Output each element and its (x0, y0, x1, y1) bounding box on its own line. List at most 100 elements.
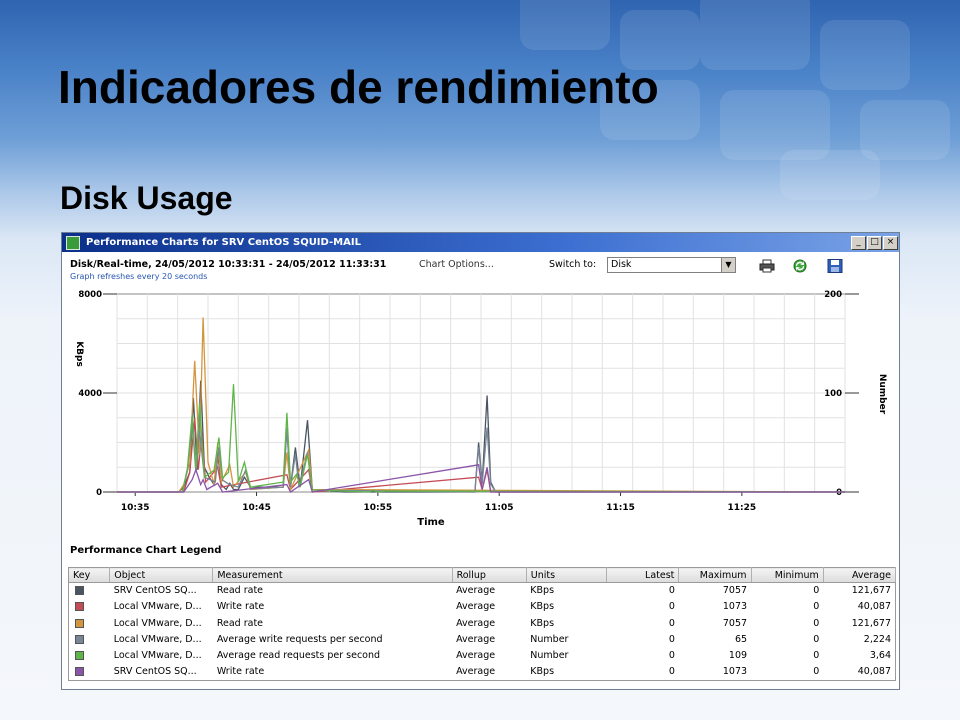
refresh-icon[interactable] (792, 259, 808, 273)
x-tick-label: 11:05 (485, 503, 514, 513)
chart-options-link[interactable]: Chart Options... (419, 259, 494, 270)
window-titlebar[interactable]: Performance Charts for SRV CentOS SQUID-… (62, 233, 899, 252)
legend-cell-minimum: 0 (813, 634, 820, 646)
series-color-swatch (75, 667, 84, 677)
legend-cell-minimum: 0 (813, 666, 820, 678)
legend-row[interactable]: Local VMware, D... Write rate Average KBps 0… (69, 599, 896, 615)
chart-toolbar: Disk/Real-time, 24/05/2012 10:33:31 - 24… (62, 252, 899, 288)
legend-cell-units: KBps (530, 666, 555, 678)
legend-cell-measurement: Average read requests per second (216, 650, 381, 662)
legend-cell-latest: 0 (668, 650, 675, 662)
legend-cell-maximum: 1073 (722, 601, 748, 613)
legend-header-measurement[interactable]: Measurement (212, 567, 453, 583)
legend-cell-units: KBps (530, 585, 555, 597)
chevron-down-icon[interactable]: ▼ (721, 258, 735, 272)
legend-cell-maximum: 109 (728, 650, 748, 662)
app-icon (66, 235, 80, 250)
legend-cell-measurement: Read rate (216, 617, 264, 629)
switch-to-value: Disk (611, 259, 632, 270)
performance-line-chart: 10:35 10:45 10:55 11:05 11:15 11:25 8000 4000 0 2… (74, 290, 887, 528)
legend-cell-minimum: 0 (813, 585, 820, 597)
legend-cell-object: SRV CentOS SQ... (113, 666, 197, 678)
legend-header-key[interactable]: Key (68, 567, 111, 583)
y-right-tick-label: 0 (836, 488, 842, 498)
maximize-button[interactable]: □ (867, 235, 882, 250)
refresh-note: Graph refreshes every 20 seconds (70, 272, 208, 281)
legend-cell-units: Number (530, 650, 569, 662)
switch-to-label: Switch to: (549, 259, 597, 270)
legend-cell-minimum: 0 (813, 601, 820, 613)
legend-row[interactable]: Local VMware, D... Average read requests … (69, 648, 896, 664)
legend-cell-average: 40,087 (857, 601, 891, 613)
legend-cell-rollup: Average (456, 601, 496, 613)
legend-cell-units: Number (530, 634, 569, 646)
legend-cell-average: 121,677 (851, 585, 891, 597)
legend-cell-latest: 0 (668, 617, 675, 629)
legend-cell-average: 2,224 (863, 634, 891, 646)
time-range-label: Disk/Real-time, 24/05/2012 10:33:31 - 24… (70, 259, 387, 270)
legend-cell-units: KBps (530, 601, 555, 613)
legend-header-object[interactable]: Object (109, 567, 214, 583)
window-title: Performance Charts for SRV CentOS SQUID-… (86, 237, 361, 248)
slide-title: Indicadores de rendimiento (58, 61, 659, 113)
legend-cell-object: Local VMware, D... (113, 617, 202, 629)
legend-cell-average: 3,64 (869, 650, 891, 662)
legend-title: Performance Chart Legend (70, 545, 222, 556)
y-left-axis-label: KBps (74, 341, 84, 367)
legend-cell-minimum: 0 (813, 617, 820, 629)
legend-cell-object: Local VMware, D... (113, 634, 202, 646)
legend-key-cell (69, 599, 110, 615)
slide-subtitle: Disk Usage (60, 180, 233, 216)
x-tick-label: 11:25 (728, 503, 757, 513)
x-axis-label: Time (417, 517, 445, 528)
legend-cell-rollup: Average (456, 650, 496, 662)
legend-cell-rollup: Average (456, 617, 496, 629)
y-right-tick-label: 100 (824, 389, 842, 399)
print-icon[interactable] (759, 259, 775, 273)
series-color-swatch (75, 618, 84, 628)
legend-cell-latest: 0 (668, 666, 675, 678)
legend-cell-latest: 0 (668, 585, 675, 597)
legend-key-cell (69, 648, 110, 664)
legend-cell-maximum: 7057 (722, 585, 748, 597)
legend-cell-maximum: 1073 (722, 666, 748, 678)
legend-cell-rollup: Average (456, 634, 496, 646)
legend-header-rollup[interactable]: Rollup (452, 567, 527, 583)
legend-cell-object: Local VMware, D... (113, 650, 202, 662)
legend-cell-measurement: Write rate (216, 601, 265, 613)
legend-header-units[interactable]: Units (526, 567, 608, 583)
x-tick-label: 10:45 (242, 503, 271, 513)
y-right-tick-label: 200 (824, 290, 842, 300)
legend-header-minimum[interactable]: Minimum (751, 567, 824, 583)
legend-header-average[interactable]: Average (823, 567, 897, 583)
legend-row[interactable]: Local VMware, D... Average write requests… (69, 631, 896, 647)
legend-header-maximum[interactable]: Maximum (678, 567, 752, 583)
legend-cell-object: SRV CentOS SQ... (113, 585, 197, 597)
legend-cell-maximum: 65 (734, 634, 748, 646)
series-color-swatch (75, 651, 84, 661)
legend-header-latest[interactable]: Latest (606, 567, 680, 583)
close-button[interactable]: × (883, 235, 898, 250)
switch-to-select[interactable]: Disk ▼ (607, 257, 736, 273)
legend-row[interactable]: SRV CentOS SQ... Write rate Average KBps 0 10… (69, 664, 896, 680)
legend-cell-measurement: Average write requests per second (216, 634, 383, 646)
x-tick-label: 10:35 (121, 503, 150, 513)
legend-cell-object: Local VMware, D... (113, 601, 202, 613)
legend-cell-minimum: 0 (813, 650, 820, 662)
legend-cell-rollup: Average (456, 585, 496, 597)
minimize-button[interactable]: _ (851, 235, 866, 250)
series-color-swatch (75, 586, 84, 596)
legend-cell-maximum: 7057 (722, 617, 748, 629)
legend-row[interactable]: Local VMware, D... Read rate Average KBps 0 7… (69, 615, 896, 631)
save-icon[interactable] (827, 259, 843, 273)
legend-key-cell (69, 631, 110, 647)
legend-cell-latest: 0 (668, 634, 675, 646)
legend-row[interactable]: SRV CentOS SQ... Read rate Average KBps 0 705… (69, 583, 896, 599)
background-decoration (0, 0, 960, 260)
legend-table: Key Object Measurement Rollup Units Latest Max… (68, 567, 897, 681)
y-right-axis-label: Number (877, 374, 887, 415)
legend-key-cell (69, 664, 110, 680)
legend-cell-measurement: Write rate (216, 666, 265, 678)
legend-cell-average: 40,087 (857, 666, 891, 678)
legend-key-cell (69, 583, 110, 599)
